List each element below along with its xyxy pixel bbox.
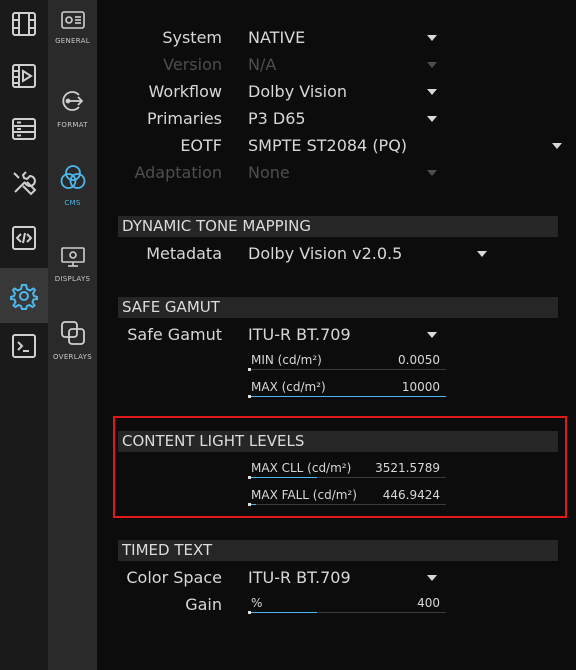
system-value[interactable]: NATIVE bbox=[248, 28, 305, 47]
eotf-row[interactable]: EOTF SMPTE ST2084 (PQ) bbox=[0, 136, 576, 158]
primaries-label: Primaries bbox=[147, 109, 222, 128]
gain-label: Gain bbox=[185, 595, 222, 614]
min-luminance-label: MIN (cd/m²) bbox=[251, 353, 322, 367]
gain-slider[interactable]: % 400 bbox=[248, 595, 446, 614]
gain-unit: % bbox=[251, 596, 263, 610]
general-settings-icon bbox=[60, 11, 85, 29]
metadata-value[interactable]: Dolby Vision v2.0.5 bbox=[248, 244, 402, 263]
color-space-row[interactable]: Color Space ITU-R BT.709 bbox=[0, 568, 576, 590]
subnav-overlays-label: OVERLAYS bbox=[53, 353, 92, 361]
subnav-displays-label: DISPLAYS bbox=[54, 275, 91, 283]
safe-gamut-label: Safe Gamut bbox=[127, 325, 222, 344]
slider-knob[interactable] bbox=[248, 368, 251, 371]
chevron-down-icon bbox=[427, 170, 437, 176]
version-row: Version N/A bbox=[0, 55, 576, 77]
chevron-down-icon[interactable] bbox=[427, 575, 437, 581]
adaptation-row: Adaptation None bbox=[0, 163, 576, 185]
chevron-down-icon[interactable] bbox=[427, 35, 437, 41]
max-luminance-label: MAX (cd/m²) bbox=[251, 380, 326, 394]
subnav-cms-label: CMS bbox=[64, 199, 81, 207]
safe-gamut-value[interactable]: ITU-R BT.709 bbox=[248, 325, 351, 344]
chevron-down-icon bbox=[427, 62, 437, 68]
version-value: N/A bbox=[248, 55, 277, 74]
safe-gamut-row[interactable]: Safe Gamut ITU-R BT.709 bbox=[0, 325, 576, 347]
max-luminance-slider[interactable]: MAX (cd/m²) 10000 bbox=[248, 379, 446, 398]
metadata-row[interactable]: Metadata Dolby Vision v2.0.5 bbox=[0, 244, 576, 266]
adaptation-label: Adaptation bbox=[134, 163, 222, 182]
chevron-down-icon[interactable] bbox=[427, 332, 437, 338]
metadata-label: Metadata bbox=[146, 244, 222, 263]
chevron-down-icon[interactable] bbox=[477, 251, 487, 257]
highlight-box bbox=[113, 416, 567, 518]
max-luminance-value: 10000 bbox=[401, 380, 440, 394]
min-luminance-slider[interactable]: MIN (cd/m²) 0.0050 bbox=[248, 352, 446, 371]
eotf-value[interactable]: SMPTE ST2084 (PQ) bbox=[248, 136, 407, 155]
system-label: System bbox=[162, 28, 222, 47]
primaries-value[interactable]: P3 D65 bbox=[248, 109, 306, 128]
slider-fill bbox=[248, 612, 318, 613]
color-space-value[interactable]: ITU-R BT.709 bbox=[248, 568, 351, 587]
slider-knob[interactable] bbox=[248, 611, 251, 614]
system-row[interactable]: System NATIVE bbox=[0, 28, 576, 50]
primaries-row[interactable]: Primaries P3 D65 bbox=[0, 109, 576, 131]
slider-knob[interactable] bbox=[248, 395, 251, 398]
adaptation-value: None bbox=[248, 163, 290, 182]
chevron-down-icon[interactable] bbox=[427, 89, 437, 95]
chevron-down-icon[interactable] bbox=[552, 143, 562, 149]
min-luminance-value: 0.0050 bbox=[398, 353, 440, 367]
chevron-down-icon[interactable] bbox=[427, 116, 437, 122]
gain-value: 400 bbox=[417, 596, 440, 610]
slider-fill bbox=[248, 396, 446, 397]
settings-gear-icon[interactable] bbox=[0, 268, 48, 323]
slider-track bbox=[248, 369, 446, 370]
version-label: Version bbox=[163, 55, 222, 74]
workflow-row[interactable]: Workflow Dolby Vision bbox=[0, 82, 576, 104]
color-space-label: Color Space bbox=[126, 568, 222, 587]
workflow-label: Workflow bbox=[148, 82, 222, 101]
timed-text-header: TIMED TEXT bbox=[118, 540, 558, 561]
eotf-label: EOTF bbox=[180, 136, 222, 155]
workflow-value[interactable]: Dolby Vision bbox=[248, 82, 347, 101]
safe-gamut-header: SAFE GAMUT bbox=[118, 297, 558, 318]
dynamic-tone-mapping-header: DYNAMIC TONE MAPPING bbox=[118, 216, 558, 237]
